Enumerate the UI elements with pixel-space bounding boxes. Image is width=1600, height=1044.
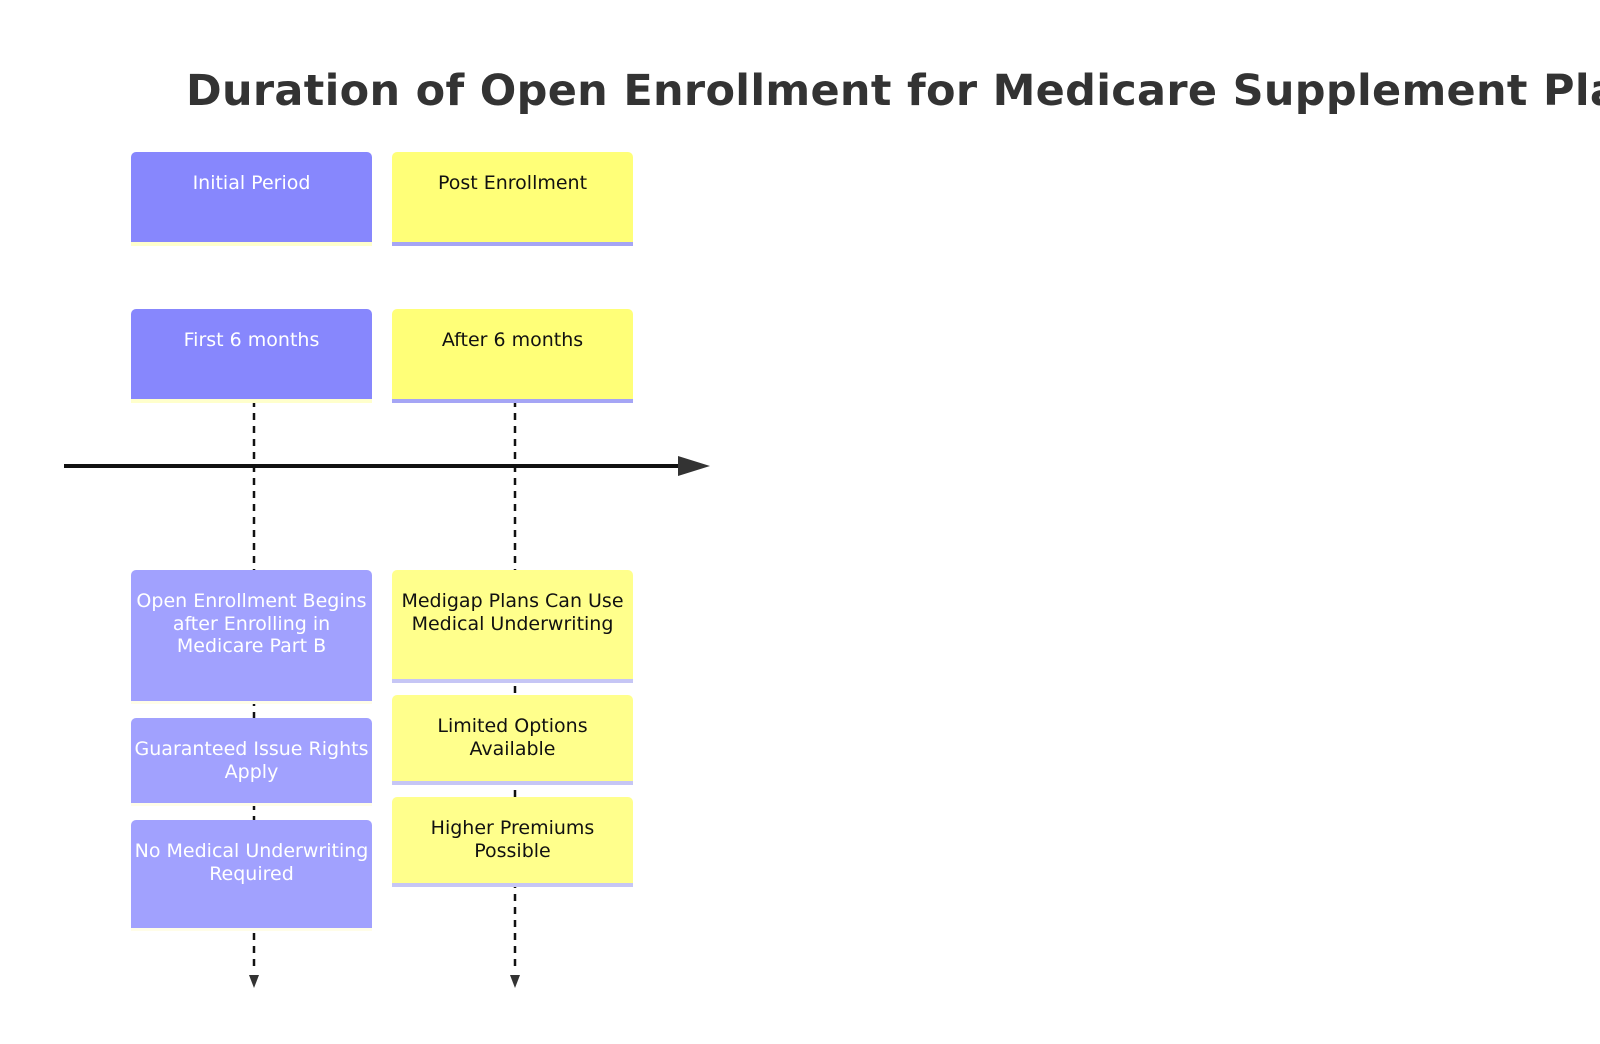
section-header-initial-period: Initial Period [131, 152, 372, 246]
section-label: Initial Period [192, 172, 311, 194]
section-label: Post Enrollment [437, 172, 588, 194]
section-2-down-arrow-icon [510, 975, 520, 988]
period-after-6-months: After 6 months [392, 309, 633, 403]
period-label: After 6 months [441, 329, 584, 351]
event-label: Limited Options Available [437, 715, 588, 760]
event-no-medical-underwriting: No Medical Underwriting Required [131, 820, 372, 931]
event-higher-premiums: Higher Premiums Possible [392, 797, 633, 887]
section-header-post-enrollment: Post Enrollment [392, 152, 633, 246]
timeline-arrow-icon [678, 456, 710, 476]
event-label: Guaranteed Issue Rights Apply [134, 738, 369, 783]
section-1-down-arrow-icon [249, 975, 259, 988]
event-label: Higher Premiums Possible [430, 817, 595, 862]
event-label: No Medical Underwriting Required [134, 840, 369, 885]
event-label: Open Enrollment Begins after Enrolling i… [136, 590, 367, 657]
period-label: First 6 months [183, 329, 320, 351]
event-medigap-underwriting: Medigap Plans Can Use Medical Underwriti… [392, 570, 633, 683]
event-guaranteed-issue-rights: Guaranteed Issue Rights Apply [131, 718, 372, 806]
event-open-enrollment-begins: Open Enrollment Begins after Enrolling i… [131, 570, 372, 704]
event-label: Medigap Plans Can Use Medical Underwriti… [401, 590, 624, 635]
event-limited-options: Limited Options Available [392, 695, 633, 785]
period-first-6-months: First 6 months [131, 309, 372, 403]
